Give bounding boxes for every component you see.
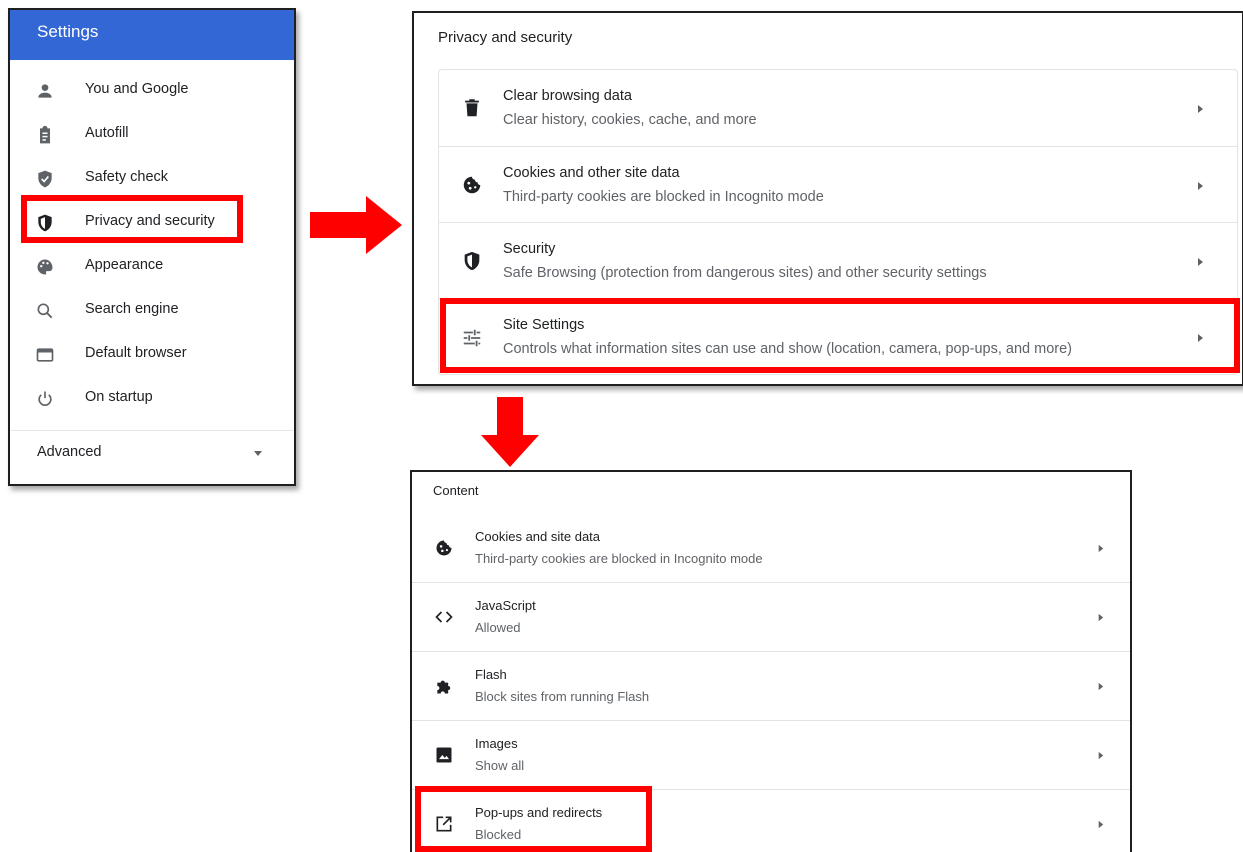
- trash-icon: [461, 97, 483, 119]
- cookie-icon: [434, 538, 454, 558]
- row-subtitle: Third-party cookies are blocked in Incog…: [475, 551, 763, 566]
- sidebar-item-label: Search engine: [85, 301, 179, 317]
- sidebar-divider: [10, 430, 294, 431]
- row-title: Images: [475, 736, 518, 751]
- person-icon: [35, 81, 55, 101]
- row-title: Security: [503, 241, 556, 257]
- shield-check-icon: [35, 169, 55, 189]
- row-title: Site Settings: [503, 317, 585, 333]
- chevron-right-icon: [1195, 181, 1205, 191]
- sidebar-item-label: You and Google: [85, 81, 189, 97]
- row-subtitle: Block sites from running Flash: [475, 689, 650, 704]
- row-subtitle: Allowed: [475, 620, 521, 635]
- row-site-settings[interactable]: Site Settings Controls what information …: [439, 298, 1237, 374]
- sidebar-item-label: Autofill: [85, 125, 129, 141]
- advanced-label: Advanced: [37, 444, 102, 460]
- chevron-right-icon: [1195, 257, 1205, 267]
- row-subtitle: Clear history, cookies, cache, and more: [503, 112, 757, 128]
- power-icon: [35, 389, 55, 409]
- cookie-icon: [461, 174, 483, 196]
- sidebar-item-appearance[interactable]: Appearance: [10, 246, 294, 286]
- row-subtitle: Show all: [475, 758, 525, 773]
- chevron-right-icon: [1195, 333, 1205, 343]
- content-settings-panel: Content Cookies and site data Third-part…: [410, 470, 1132, 852]
- caret-down-icon: [252, 447, 264, 459]
- row-title: Pop-ups and redirects: [475, 805, 603, 820]
- row-flash[interactable]: Flash Block sites from running Flash: [412, 651, 1130, 720]
- image-icon: [434, 745, 454, 765]
- row-security[interactable]: Security Safe Browsing (protection from …: [439, 222, 1237, 298]
- sidebar-header: Settings: [10, 10, 294, 60]
- palette-icon: [35, 257, 55, 277]
- sidebar-item-privacy-and-security[interactable]: Privacy and security: [10, 202, 294, 242]
- privacy-card: Clear browsing data Clear history, cooki…: [438, 69, 1238, 375]
- row-pop-ups-and-redirects[interactable]: Pop-ups and redirects Blocked: [412, 789, 1130, 852]
- sidebar-item-label: Appearance: [85, 257, 164, 273]
- row-subtitle: Blocked: [475, 827, 522, 842]
- code-icon: [434, 607, 454, 627]
- search-icon: [35, 301, 55, 321]
- sidebar-item-label: Privacy and security: [85, 213, 215, 229]
- row-javascript[interactable]: JavaScript Allowed: [412, 582, 1130, 651]
- row-subtitle: Safe Browsing (protection from dangerous…: [503, 265, 987, 281]
- privacy-security-panel: Privacy and security Clear browsing data…: [412, 11, 1243, 386]
- shield-half-icon: [35, 213, 55, 233]
- privacy-section-title: Privacy and security: [438, 29, 573, 46]
- sidebar-item-default-browser[interactable]: Default browser: [10, 334, 294, 374]
- sidebar-item-on-startup[interactable]: On startup: [10, 378, 294, 418]
- sidebar-advanced-toggle[interactable]: Advanced: [10, 438, 294, 478]
- open-external-icon: [434, 814, 454, 834]
- arrow-right-icon: [310, 196, 402, 254]
- sidebar-item-label: Default browser: [85, 345, 187, 361]
- sidebar-item-search-engine[interactable]: Search engine: [10, 290, 294, 330]
- chevron-right-icon: [1096, 544, 1105, 553]
- sidebar-item-label: On startup: [85, 389, 153, 405]
- row-clear-browsing-data[interactable]: Clear browsing data Clear history, cooki…: [439, 70, 1237, 146]
- sidebar-item-label: Safety check: [85, 169, 169, 185]
- row-title: Cookies and site data: [475, 529, 601, 544]
- tune-icon: [461, 327, 483, 349]
- chevron-right-icon: [1195, 104, 1205, 114]
- row-title: Cookies and other site data: [503, 165, 680, 181]
- sidebar-item-you-and-google[interactable]: You and Google: [10, 70, 294, 110]
- browser-window-icon: [35, 345, 55, 365]
- row-title: JavaScript: [475, 598, 536, 613]
- row-title: Clear browsing data: [503, 88, 632, 104]
- row-subtitle: Controls what information sites can use …: [503, 341, 1073, 357]
- puzzle-icon: [434, 676, 454, 696]
- row-cookies-and-site-data[interactable]: Cookies and site data Third-party cookie…: [412, 514, 1130, 583]
- sidebar-item-safety-check[interactable]: Safety check: [10, 158, 294, 198]
- clipboard-icon: [35, 125, 55, 145]
- arrow-down-icon: [481, 397, 539, 467]
- content-section-title: Content: [433, 483, 479, 498]
- chevron-right-icon: [1096, 820, 1105, 829]
- chevron-right-icon: [1096, 751, 1105, 760]
- settings-sidebar-panel: Settings You and Google Autofill Safety …: [8, 8, 296, 486]
- row-cookies-and-other-site-data[interactable]: Cookies and other site data Third-party …: [439, 146, 1237, 222]
- row-images[interactable]: Images Show all: [412, 720, 1130, 789]
- shield-half-icon: [461, 250, 483, 272]
- chevron-right-icon: [1096, 682, 1105, 691]
- sidebar-item-autofill[interactable]: Autofill: [10, 114, 294, 154]
- row-subtitle: Third-party cookies are blocked in Incog…: [503, 189, 824, 205]
- sidebar-title: Settings: [37, 22, 99, 41]
- chevron-right-icon: [1096, 613, 1105, 622]
- row-title: Flash: [475, 667, 507, 682]
